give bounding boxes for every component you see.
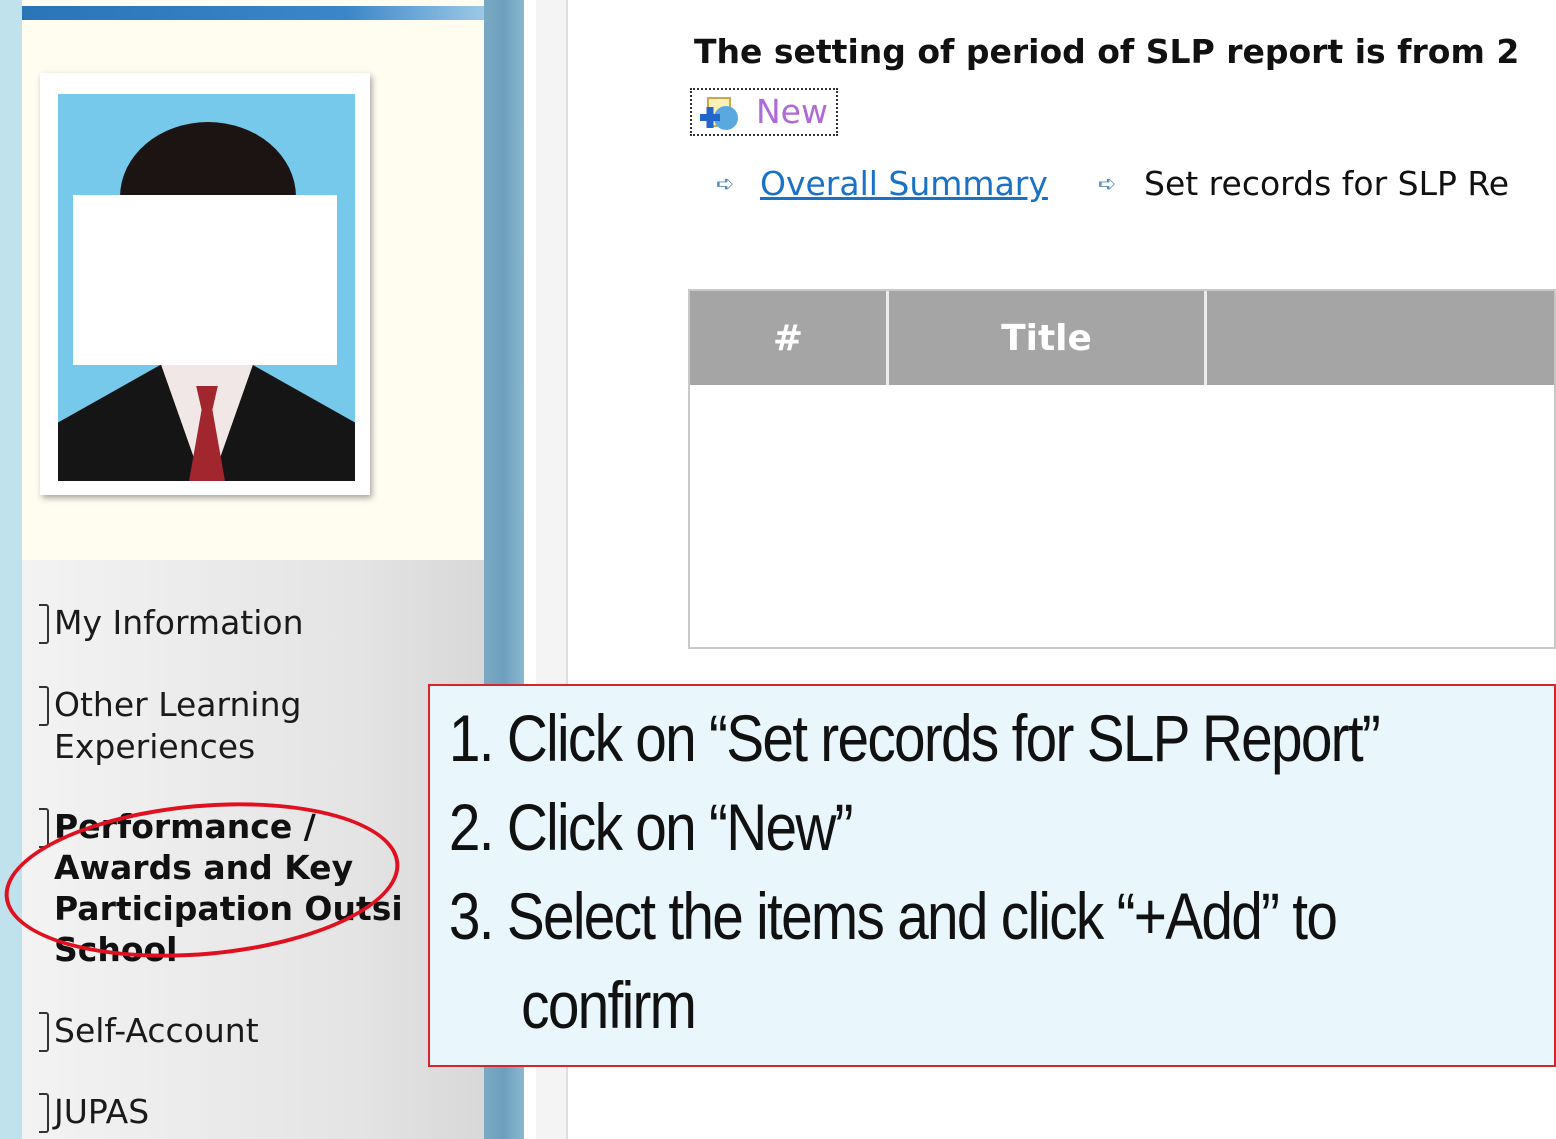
instruction-step-3: 3. Select the items and click “+Add” to — [448, 879, 1338, 953]
column-header-title: Title — [889, 291, 1207, 385]
new-button-label: New — [756, 92, 828, 131]
profile-panel-header-bar — [22, 6, 484, 20]
document-icon — [39, 1093, 49, 1133]
page-heading: The setting of period of SLP report is f… — [694, 32, 1520, 71]
sidebar-item-label-line: Experiences — [54, 727, 256, 766]
new-button[interactable]: New — [690, 88, 838, 136]
table-header-row: # Title — [690, 291, 1554, 385]
column-header-extra — [1207, 291, 1556, 385]
slp-records-table: # Title — [688, 289, 1556, 649]
breadcrumb-set-records[interactable]: Set records for SLP Re — [1144, 164, 1509, 203]
instruction-step-3-continued: confirm — [521, 968, 697, 1042]
sidebar-item-other-learning-experiences[interactable]: Other Learning Experiences — [39, 684, 302, 768]
add-document-icon — [700, 97, 738, 130]
instruction-step-1: 1. Click on “Set records for SLP Report” — [448, 701, 1381, 775]
sidebar-item-self-account[interactable]: Self-Account — [39, 1010, 259, 1052]
face-redaction-box — [73, 195, 337, 365]
instruction-step-2: 2. Click on “New” — [448, 790, 854, 864]
document-icon — [39, 686, 49, 726]
sidebar-item-label: JUPAS — [54, 1092, 150, 1131]
sidebar-item-label: My Information — [54, 603, 304, 642]
student-photo-card — [40, 73, 370, 495]
document-icon — [39, 604, 49, 644]
arrow-right-icon: ➪ — [1098, 172, 1117, 197]
arrow-right-icon: ➪ — [716, 172, 735, 197]
sidebar-item-my-information[interactable]: My Information — [39, 602, 304, 644]
breadcrumb-overall-summary[interactable]: Overall Summary — [760, 164, 1048, 203]
document-icon — [39, 808, 49, 848]
column-header-number: # — [690, 291, 889, 385]
sidebar-item-jupas[interactable]: JUPAS — [39, 1091, 150, 1133]
instruction-callout: 1. Click on “Set records for SLP Report”… — [428, 684, 1556, 1067]
sidebar-item-label: Self-Account — [54, 1011, 259, 1050]
student-photo — [58, 94, 355, 481]
sidebar-item-label-line: Other Learning — [54, 685, 302, 724]
document-icon — [39, 1012, 49, 1052]
